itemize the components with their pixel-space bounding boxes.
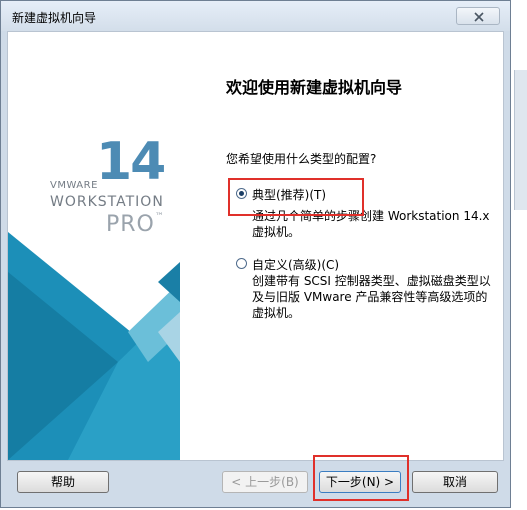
- help-button[interactable]: 帮助: [17, 471, 109, 493]
- typical-option-highlight: [228, 178, 364, 216]
- banner-graphic: [8, 232, 180, 460]
- next-button-highlight: [313, 455, 409, 501]
- config-question: 您希望使用什么类型的配置?: [226, 152, 377, 166]
- title-bar: 新建虚拟机向导: [1, 1, 510, 31]
- edition-name: PRO™: [106, 212, 165, 237]
- custom-radio[interactable]: [236, 258, 247, 269]
- version-number: 14: [96, 132, 166, 192]
- close-button[interactable]: [456, 7, 500, 25]
- wizard-heading: 欢迎使用新建虚拟机向导: [226, 78, 403, 97]
- custom-option-label[interactable]: 自定义(高级)(C): [252, 256, 339, 273]
- custom-option-description: 创建带有 SCSI 控制器类型、虚拟磁盘类型以及与旧版 VMware 产品兼容性…: [252, 274, 491, 320]
- product-name: WORKSTATION: [50, 194, 164, 210]
- window-title: 新建虚拟机向导: [12, 11, 97, 25]
- close-icon: [474, 12, 484, 22]
- product-banner: 14 VMWARE WORKSTATION PRO™: [8, 32, 180, 460]
- vendor-name: VMWARE: [50, 180, 98, 191]
- wizard-content: 14 VMWARE WORKSTATION PRO™ 欢迎使用新建虚拟机向导 您…: [7, 31, 504, 461]
- back-button[interactable]: < 上一步(B): [222, 471, 308, 493]
- background-app-fragment: [514, 70, 527, 210]
- cancel-button[interactable]: 取消: [412, 471, 498, 493]
- new-vm-wizard-dialog: 新建虚拟机向导 14 VMWARE WORKSTATION PRO™ 欢迎使用新…: [0, 0, 511, 508]
